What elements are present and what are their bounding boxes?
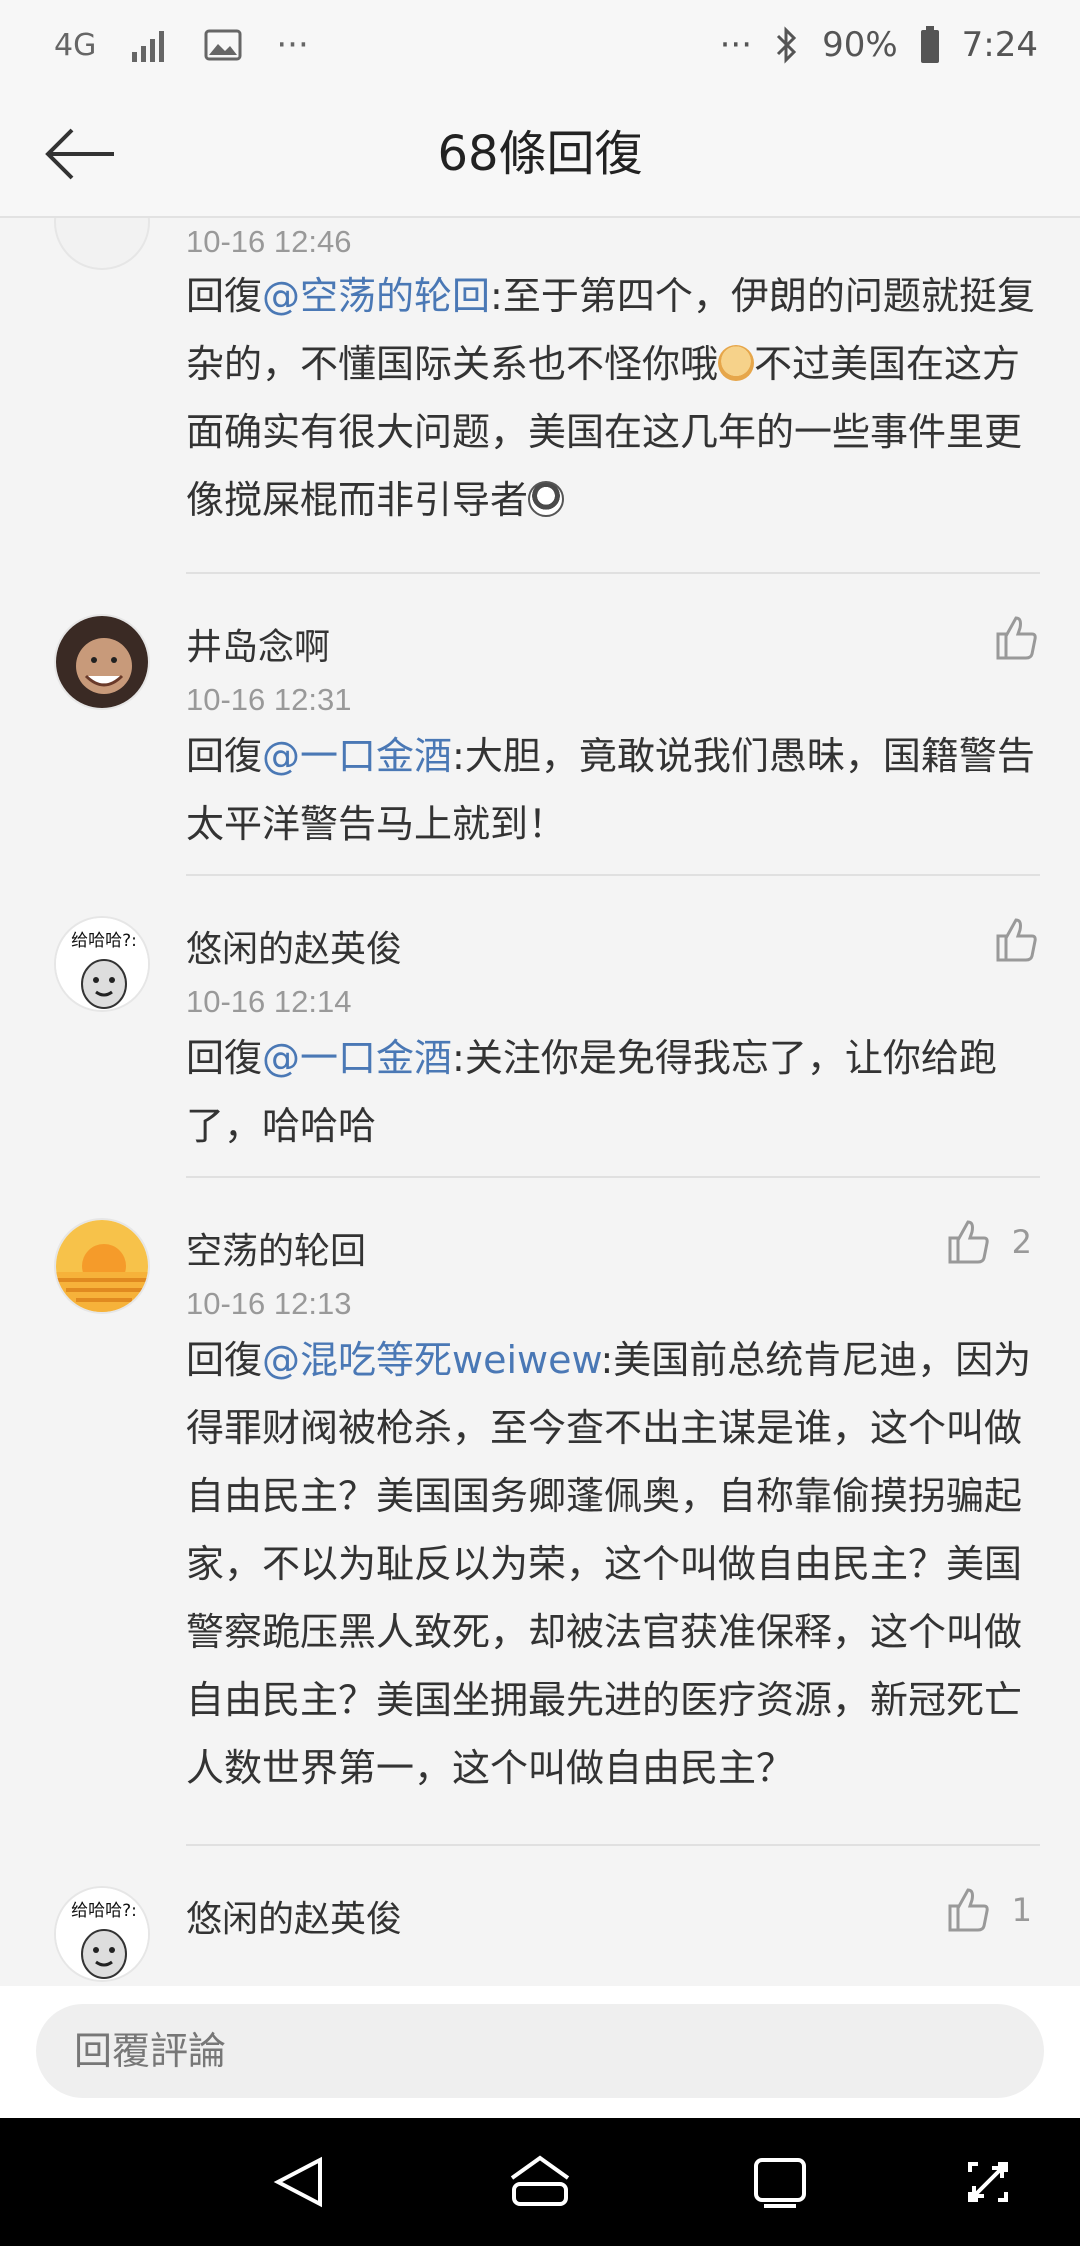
- comment-item: 井岛念啊 10-16 12:31 回復@一口金酒:大胆，竟敢说我们愚昧，国籍警告…: [0, 572, 1080, 876]
- doge-emoji-icon: [718, 345, 755, 381]
- network-4g-icon: 4G: [54, 27, 97, 63]
- bluetooth-icon: [774, 26, 800, 64]
- comment-text: 回復@一口金酒:大胆，竟敢说我们愚昧，国籍警告太平洋警告马上就到！: [186, 734, 1035, 846]
- avatar[interactable]: [54, 1218, 150, 1314]
- header: 68條回復: [0, 90, 1080, 218]
- home-icon: [510, 2155, 570, 2206]
- comment-text: 回復@空荡的轮回:至于第四个，伊朗的问题就挺复杂的，不懂国际关系也不怪你哦 不过美…: [186, 274, 1035, 522]
- clock: 7:24: [961, 25, 1038, 65]
- like-button[interactable]: [992, 916, 1040, 964]
- comment-username[interactable]: 空荡的轮回: [186, 1222, 366, 1274]
- comment-item: 给哈哈?: 悠闲的赵英俊 1: [0, 1844, 1080, 1986]
- comment-time: 10-16 12:14: [186, 984, 352, 1019]
- gallery-notification-icon: [204, 29, 242, 61]
- comment-time: 10-16 12:46: [186, 224, 352, 259]
- svg-text:给哈哈?:: 给哈哈?:: [71, 931, 137, 951]
- triangle-back-icon: [273, 2156, 322, 2208]
- nav-home-button[interactable]: [502, 2144, 578, 2220]
- like-button[interactable]: [992, 614, 1040, 662]
- comment-username[interactable]: 悠闲的赵英俊: [186, 1890, 402, 1942]
- like-button[interactable]: 2: [944, 1218, 1032, 1266]
- thumbs-up-icon: [948, 1220, 989, 1264]
- comment-username[interactable]: 井岛念啊: [186, 618, 330, 670]
- comment-text: 回復@一口金酒:关注你是免得我忘了，让你给跑了，哈哈哈: [186, 1036, 997, 1148]
- avatar[interactable]: [54, 614, 150, 710]
- nav-recents-button[interactable]: [742, 2144, 818, 2220]
- comment-item: 给哈哈?: 悠闲的赵英俊 10-16 12:14 回復@一口金酒:关注你是免得我…: [0, 874, 1080, 1178]
- mention-link[interactable]: @混吃等死weiwew: [262, 1338, 600, 1382]
- mention-link[interactable]: @空荡的轮回: [262, 274, 490, 318]
- battery-percent: 90%: [822, 25, 898, 65]
- avatar[interactable]: 给哈哈?:: [54, 916, 150, 1012]
- tongue-emoji-icon: [528, 481, 565, 517]
- more-status-indicator: ···: [719, 25, 753, 65]
- nav-expand-button[interactable]: [950, 2144, 1026, 2220]
- comment-item: 10-16 12:46 回復@空荡的轮回:至于第四个，伊朗的问题就挺复杂的，不懂…: [0, 218, 1080, 574]
- thumbs-up-icon: [996, 918, 1037, 962]
- reply-comment-input[interactable]: 回覆評論: [36, 2004, 1044, 2098]
- comment-item: 空荡的轮回 2 10-16 12:13 回復@混吃等死weiwew:美国前总统肯…: [0, 1176, 1080, 1884]
- comment-time: 10-16 12:31: [186, 682, 352, 717]
- navigation-bar: [0, 2118, 1080, 2246]
- page-title: 68條回復: [437, 126, 643, 182]
- nav-back-button[interactable]: [262, 2144, 338, 2220]
- thumbs-up-icon: [996, 616, 1037, 660]
- status-bar: 4G ··· ··· 90% 7:24: [0, 0, 1080, 90]
- comment-time: 10-16 12:13: [186, 1286, 352, 1321]
- avatar[interactable]: [54, 218, 150, 270]
- like-count: 2: [1011, 1223, 1032, 1261]
- more-notifications-indicator: ···: [276, 25, 309, 65]
- avatar[interactable]: 给哈哈?:: [54, 1886, 150, 1982]
- thumbs-up-icon: [948, 1888, 989, 1932]
- signal-icon: [130, 28, 170, 62]
- comment-username[interactable]: 悠闲的赵英俊: [186, 920, 402, 972]
- like-count: 1: [1011, 1891, 1032, 1929]
- mention-link[interactable]: @一口金酒: [262, 1036, 452, 1080]
- battery-icon: [920, 26, 940, 64]
- comment-text: 回復@混吃等死weiwew:美国前总统肯尼迪，因为得罪财阀被枪杀，至今查不出主谋…: [186, 1338, 1032, 1790]
- svg-text:给哈哈?:: 给哈哈?:: [71, 1901, 137, 1921]
- like-button[interactable]: 1: [944, 1886, 1032, 1934]
- recents-icon: [754, 2158, 806, 2208]
- expand-icon: [968, 2162, 1008, 2202]
- mention-link[interactable]: @一口金酒: [262, 734, 452, 778]
- reply-bar: 回覆評論: [0, 1986, 1080, 2118]
- comment-list[interactable]: 10-16 12:46 回復@空荡的轮回:至于第四个，伊朗的问题就挺复杂的，不懂…: [0, 218, 1080, 1986]
